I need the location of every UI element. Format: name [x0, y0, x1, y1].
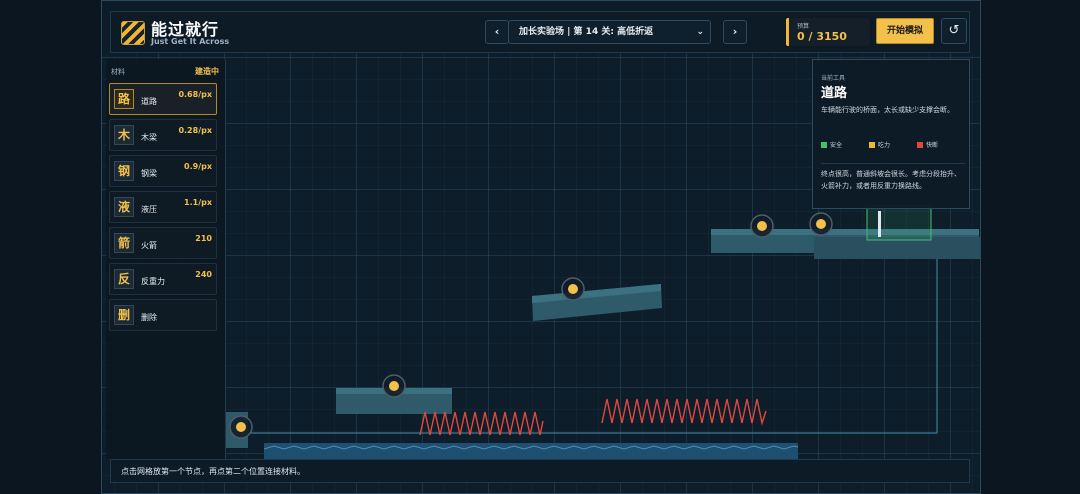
legend-label: 吃力 [878, 142, 891, 149]
tool-glyph: 液 [114, 197, 134, 217]
legend-strained: 吃力 [869, 140, 890, 149]
water-hazard [264, 443, 798, 459]
legend-label: 快断 [926, 142, 939, 149]
tool-6[interactable]: 删删除 [109, 299, 217, 331]
budget-display: 预算 0 / 3150 [786, 18, 870, 46]
tool-name: 火箭 [141, 241, 157, 250]
chevron-left-icon: ‹ [494, 25, 500, 38]
anchor-node[interactable] [809, 212, 833, 236]
info-description: 车辆能行驶的桥面，太长或缺少支撑会断。 [821, 106, 954, 114]
tool-cost: 210 [195, 234, 212, 243]
legend-swatch [821, 142, 827, 148]
tool-glyph: 删 [114, 305, 134, 325]
tool-name: 删除 [141, 313, 157, 322]
tool-glyph: 路 [114, 89, 134, 109]
chevron-right-icon: › [732, 25, 738, 38]
palette-heading: 材料 [111, 68, 125, 76]
tool-name: 木梁 [141, 133, 157, 142]
anchor-node[interactable] [561, 277, 585, 301]
anchor-node[interactable] [229, 415, 253, 439]
tool-3[interactable]: 液液压 1.1/px [109, 191, 217, 223]
info-kicker: 当前工具 [821, 75, 846, 82]
legend-safe: 安全 [821, 140, 842, 149]
tool-5[interactable]: 反反重力 240 [109, 263, 217, 295]
next-level-button[interactable]: › [723, 20, 747, 44]
legend-breaking: 快断 [917, 140, 938, 149]
anchor-node[interactable] [382, 374, 406, 398]
level-select-value: 加长实验场 | 第 14 关: 高低折返 [519, 27, 654, 37]
info-title: 道路 [821, 86, 848, 101]
tool-name: 反重力 [141, 277, 165, 286]
tool-cost: 0.28/px [178, 126, 212, 135]
hazard-logo-icon [121, 21, 145, 45]
budget-value: 0 / 3150 [797, 30, 847, 43]
top-bar: 能过就行 Just Get It Across ‹ 加长实验场 | 第 14 关… [110, 11, 970, 53]
tool-glyph: 木 [114, 125, 134, 145]
legend-swatch [917, 142, 923, 148]
budget-label: 预算 [797, 23, 810, 30]
tool-cost: 0.68/px [178, 90, 212, 99]
tool-4[interactable]: 箭火箭 210 [109, 227, 217, 259]
hint-text: 点击网格放第一个节点，再点第二个位置连接材料。 [121, 467, 305, 476]
legend-label: 安全 [830, 142, 843, 149]
material-palette: 材料 建造中 路道路 0.68/px 木木梁 0.28/px 钢钢梁 0.9/px 液液压 1… [106, 59, 226, 459]
tool-info-panel: 当前工具 道路 车辆能行驶的桥面，太长或缺少支撑会断。 安全 吃力 快断 终点很… [812, 59, 970, 209]
anchor-node[interactable] [750, 214, 774, 238]
tool-2[interactable]: 钢钢梁 0.9/px [109, 155, 217, 187]
tool-cost: 0.9/px [184, 162, 212, 171]
hint-bar: 点击网格放第一个节点，再点第二个位置连接材料。 [110, 459, 970, 483]
spike-trap-1 [419, 411, 544, 436]
legend-swatch [869, 142, 875, 148]
tool-cost: 1.1/px [184, 198, 212, 207]
spike-trap-2 [601, 398, 767, 426]
refresh-icon: ↺ [948, 23, 960, 38]
tool-1[interactable]: 木木梁 0.28/px [109, 119, 217, 151]
tool-glyph: 钢 [114, 161, 134, 181]
tool-glyph: 箭 [114, 233, 134, 253]
tool-cost: 240 [195, 270, 212, 279]
start-simulation-button[interactable]: 开始模拟 [876, 18, 934, 44]
goal-zone [866, 205, 932, 241]
reset-button[interactable]: ↺ [941, 18, 967, 44]
info-hint: 终点很高，普通斜坡会很长。考虑分段抬升、火箭补力，或者用反重力换路线。 [821, 163, 965, 192]
build-state: 建造中 [195, 67, 219, 76]
level-select[interactable]: 加长实验场 | 第 14 关: 高低折返 ⌄ [508, 20, 711, 44]
tool-glyph: 反 [114, 269, 134, 289]
tool-name: 液压 [141, 205, 157, 214]
tool-name: 道路 [141, 97, 157, 106]
game-subtitle: Just Get It Across [151, 37, 230, 46]
prev-level-button[interactable]: ‹ [485, 20, 509, 44]
goal-flag [878, 211, 881, 237]
chevron-down-icon: ⌄ [696, 27, 704, 37]
game-frame: 能过就行 Just Get It Across ‹ 加长实验场 | 第 14 关… [101, 0, 981, 494]
tool-name: 钢梁 [141, 169, 157, 178]
tool-0[interactable]: 路道路 0.68/px [109, 83, 217, 115]
